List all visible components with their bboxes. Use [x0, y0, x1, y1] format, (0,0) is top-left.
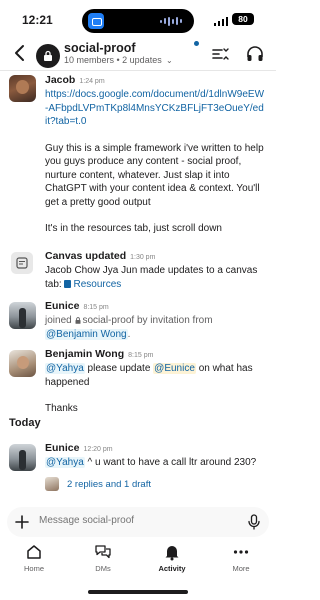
message-text: please update — [87, 363, 151, 374]
back-arrow-icon[interactable] — [9, 42, 31, 64]
filter-icon[interactable] — [210, 44, 230, 64]
dynamic-island — [82, 9, 194, 33]
channel-meta-text: 10 members • 2 updates — [64, 55, 162, 65]
home-icon — [27, 545, 41, 559]
message-time: 1:30 pm — [130, 254, 156, 261]
message-header: Jacob 1:24 pm — [45, 74, 105, 86]
message-body: Jacob Chow Jya Jun made updates to a can… — [45, 264, 265, 291]
header-divider — [0, 70, 276, 71]
channel-meta[interactable]: 10 members • 2 updates ⌄ — [64, 55, 173, 65]
canvas-tab-link[interactable]: Resources — [73, 279, 121, 290]
avatar[interactable] — [9, 350, 36, 377]
bell-icon — [165, 546, 179, 561]
message-text: by invitation from — [136, 315, 213, 326]
canvas-doc-icon — [64, 279, 72, 288]
message-body: @Yahya ^ u want to have a call ltr aroun… — [45, 456, 265, 470]
message-composer[interactable] — [7, 507, 269, 537]
user-mention[interactable]: @Benjamin Wong — [45, 328, 128, 340]
message-input[interactable] — [39, 515, 239, 526]
tab-label: More — [232, 564, 250, 573]
message-time: 1:24 pm — [79, 78, 105, 85]
app-activity-icon — [88, 13, 104, 29]
tab-more[interactable]: More — [211, 543, 271, 573]
avatar[interactable] — [9, 302, 36, 329]
reply-avatar — [45, 477, 59, 491]
user-mention[interactable]: @Yahya — [45, 457, 85, 468]
unread-dot — [194, 41, 199, 46]
status-time: 12:21 — [22, 13, 53, 27]
microphone-icon[interactable] — [247, 514, 261, 530]
signal-icon — [214, 16, 228, 26]
channel-reference[interactable]: social-proof — [82, 315, 134, 326]
author-name[interactable]: Benjamin Wong — [45, 348, 124, 360]
tab-dms[interactable]: DMs — [73, 543, 133, 573]
user-mention[interactable]: @Yahya — [45, 363, 85, 374]
home-indicator[interactable] — [88, 590, 188, 594]
dms-icon — [95, 545, 111, 559]
day-divider: Today — [9, 417, 41, 429]
avatar[interactable] — [9, 75, 36, 102]
thread-summary[interactable]: 2 replies and 1 draft — [45, 475, 151, 493]
message-body: joined social-proof by invitation from @… — [45, 314, 265, 341]
message-time: 8:15 pm — [83, 304, 109, 311]
message-text: Guy this is a simple framework i've writ… — [45, 142, 264, 208]
message-time: 12:20 pm — [83, 446, 113, 453]
tab-activity[interactable]: Activity — [142, 543, 202, 573]
more-icon — [233, 550, 249, 554]
tab-label: Activity — [158, 564, 186, 573]
tab-label: DMs — [95, 564, 111, 573]
message-text: joined — [45, 315, 72, 326]
author-name[interactable]: Jacob — [45, 74, 75, 86]
chevron-down-icon: ⌄ — [163, 56, 173, 65]
message-body: @Yahya please update @Eunice on what has… — [45, 362, 265, 416]
message-header: Eunice 8:15 pm — [45, 300, 109, 312]
tab-label: Home — [23, 564, 44, 573]
message-time: 8:15 pm — [128, 352, 154, 359]
channel-header: social-proof 10 members • 2 updates ⌄ — [0, 38, 276, 70]
author-name[interactable]: Eunice — [45, 300, 79, 312]
audio-wave-icon — [160, 16, 186, 26]
message-text: Thanks — [45, 403, 78, 414]
canvas-icon — [11, 252, 33, 274]
message-header: Eunice 12:20 pm — [45, 442, 113, 454]
user-mention[interactable]: @Eunice — [153, 363, 196, 374]
message-text: It's in the resources tab, just scroll d… — [45, 223, 222, 234]
status-bar: 12:21 80 — [0, 0, 276, 38]
lock-icon — [75, 317, 81, 324]
message-link[interactable]: https://docs.google.com/document/d/1dlnW… — [45, 88, 265, 129]
lock-icon — [36, 44, 60, 68]
message-body: https://docs.google.com/document/d/1dlnW… — [45, 88, 265, 236]
author-name[interactable]: Eunice — [45, 442, 79, 454]
message-text: ^ u want to have a call ltr around 230? — [87, 457, 257, 468]
message-header: Canvas updated 1:30 pm — [45, 250, 155, 262]
message-text: . — [127, 328, 131, 340]
battery-icon: 80 — [232, 13, 254, 25]
plus-icon[interactable] — [13, 513, 31, 531]
headphones-icon[interactable] — [245, 44, 265, 64]
avatar[interactable] — [9, 444, 36, 471]
author-name: Canvas updated — [45, 250, 127, 262]
channel-name[interactable]: social-proof — [64, 41, 136, 55]
tab-home[interactable]: Home — [4, 543, 64, 573]
message-header: Benjamin Wong 8:15 pm — [45, 348, 153, 360]
thread-replies-link[interactable]: 2 replies and 1 draft — [67, 479, 151, 490]
